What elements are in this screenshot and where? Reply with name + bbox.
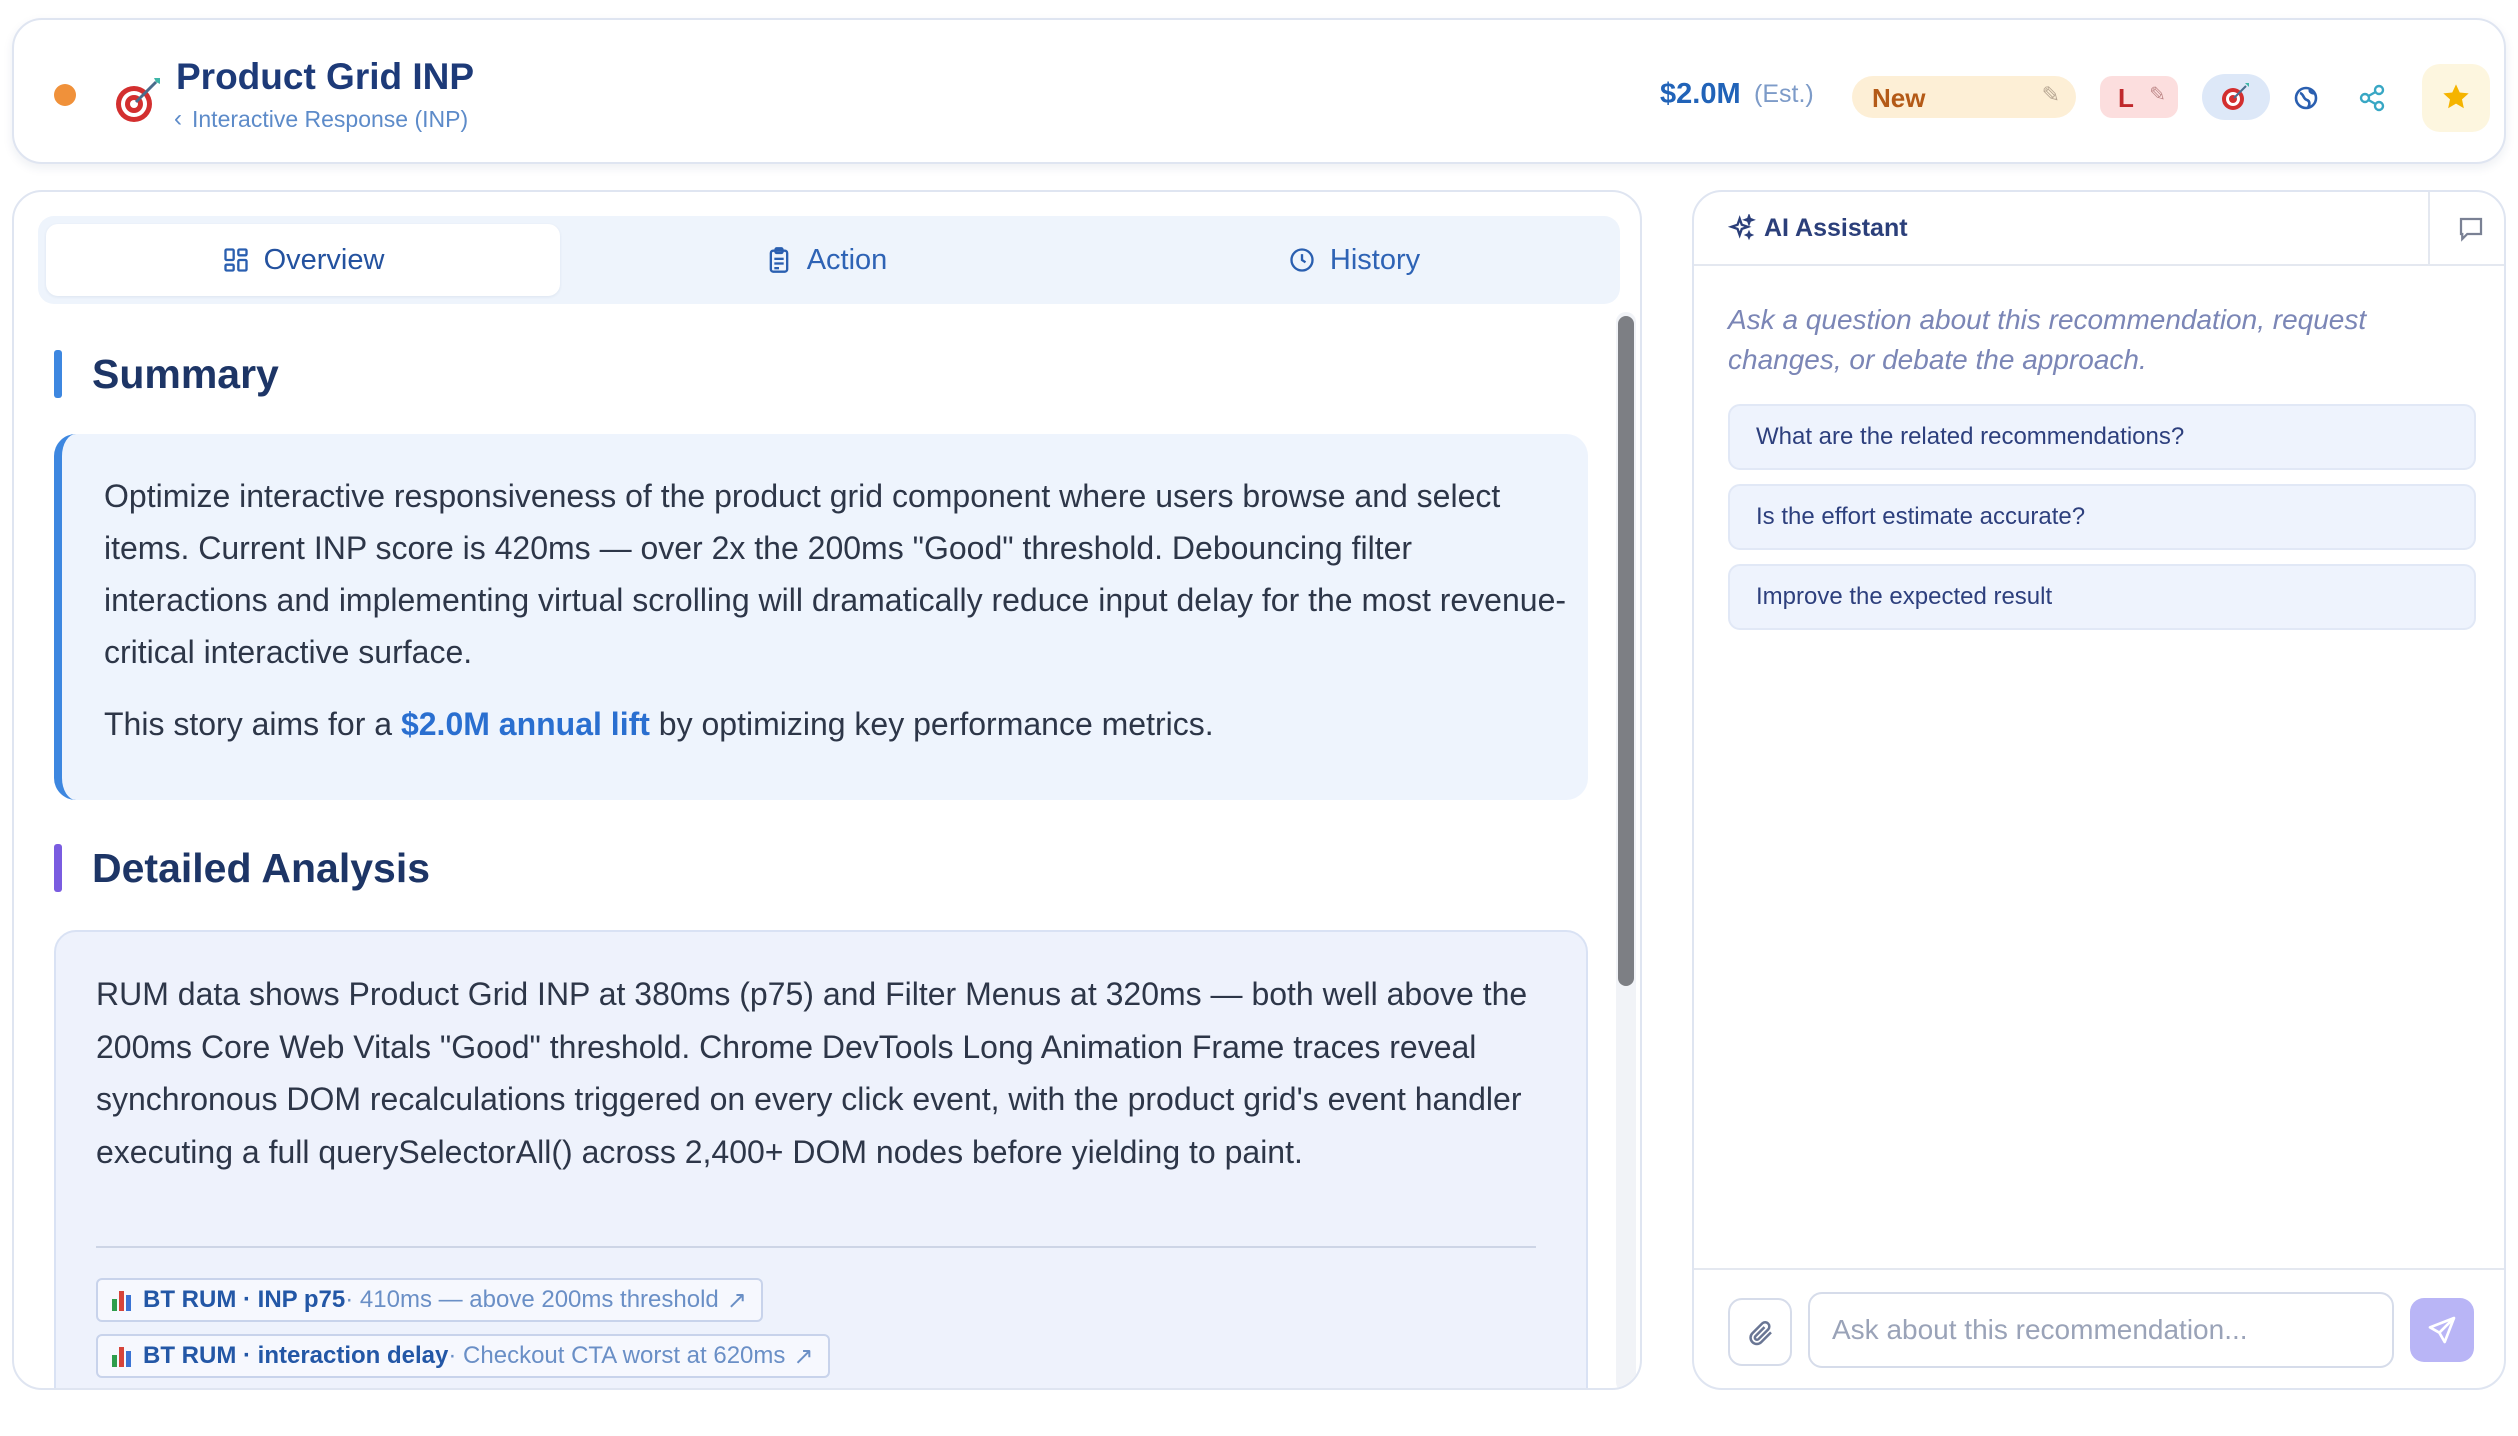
target-icon xyxy=(2222,83,2249,110)
ai-assistant-title: AI Assistant xyxy=(1764,214,1908,242)
breadcrumb[interactable]: ‹ Interactive Response (INP) xyxy=(174,105,469,133)
lift-suffix: by optimizing key performance metrics. xyxy=(649,706,1214,742)
source-link[interactable]: BT RUM · INP p75 · 410ms — above 200ms t… xyxy=(96,1278,763,1322)
share-icon[interactable] xyxy=(2354,80,2390,116)
target-icon xyxy=(116,78,160,122)
analysis-text: RUM data shows Product Grid INP at 380ms… xyxy=(96,976,1528,1170)
section-title: Summary xyxy=(92,350,279,397)
paperclip-icon xyxy=(1749,1321,1772,1346)
bar-chart-icon xyxy=(112,1289,131,1311)
summary-heading: Summary xyxy=(54,350,279,398)
breadcrumb-label: Interactive Response (INP) xyxy=(192,106,469,132)
pencil-icon: ✎ xyxy=(2041,82,2060,107)
lift-prefix: This story aims for a xyxy=(104,706,401,742)
effort-badge[interactable]: L ✎ xyxy=(2100,76,2178,118)
summary-text: Optimize interactive responsiveness of t… xyxy=(104,478,1567,670)
globe-icon[interactable] xyxy=(2288,80,2324,116)
attach-button[interactable] xyxy=(1728,1298,1792,1366)
suggestion-button[interactable]: Is the effort estimate accurate? xyxy=(1728,484,2476,550)
chat-icon[interactable] xyxy=(2456,214,2486,244)
status-dot xyxy=(54,84,76,106)
send-button[interactable] xyxy=(2410,1298,2474,1362)
tab-history[interactable]: History xyxy=(1092,224,1616,296)
external-link-icon: ↗ xyxy=(726,1286,747,1314)
estimated-value: $2.0M xyxy=(1660,78,1741,110)
recommendation-detail-panel: Overview Action History Summary Optimize… xyxy=(12,190,1642,1390)
analysis-card: RUM data shows Product Grid INP at 380ms… xyxy=(54,930,1588,1388)
goal-badge[interactable] xyxy=(2202,74,2270,120)
lift-value: $2.0M annual lift xyxy=(400,706,650,742)
section-title: Detailed Analysis xyxy=(92,844,431,891)
summary-card: Optimize interactive responsiveness of t… xyxy=(54,434,1588,800)
external-link-icon: ↗ xyxy=(793,1342,814,1370)
source-name: BT RUM · INP p75 xyxy=(143,1286,346,1313)
clipboard-icon xyxy=(769,247,789,273)
source-detail: · 410ms — above 200ms threshold xyxy=(345,1286,719,1313)
favorite-button[interactable] xyxy=(2422,64,2490,132)
ai-assistant-header: AI Assistant xyxy=(1694,192,2504,266)
divider xyxy=(96,1246,1536,1248)
suggestion-button[interactable]: Improve the expected result xyxy=(1728,564,2476,630)
suggestion-button[interactable]: What are the related recommendations? xyxy=(1728,404,2476,470)
chat-input[interactable] xyxy=(1808,1292,2394,1368)
scrollbar[interactable] xyxy=(1616,312,1636,1388)
chat-composer xyxy=(1694,1268,2504,1388)
estimated-value-note: (Est.) xyxy=(1754,80,1814,108)
tab-bar: Overview Action History xyxy=(38,216,1620,304)
summary-lift-text: This story aims for a $2.0M annual lift … xyxy=(104,698,1574,750)
status-badge-label: New xyxy=(1872,83,1926,113)
chevron-left-icon: ‹ xyxy=(174,105,182,132)
tab-label: Overview xyxy=(263,243,385,276)
analysis-heading: Detailed Analysis xyxy=(54,844,430,892)
page-title: Product Grid INP xyxy=(176,56,475,97)
ai-assistant-intro: Ask a question about this recommendation… xyxy=(1728,304,2367,375)
scrollbar-thumb[interactable] xyxy=(1618,316,1634,986)
pencil-icon: ✎ xyxy=(2149,84,2166,106)
section-accent-bar xyxy=(54,844,62,892)
tab-action[interactable]: Action xyxy=(564,224,1088,296)
tab-label: Action xyxy=(806,243,888,276)
source-link[interactable]: BT RUM · interaction delay · Checkout CT… xyxy=(96,1334,830,1378)
recommendation-header: Product Grid INP ‹ Interactive Response … xyxy=(12,18,2506,164)
star-icon xyxy=(2443,84,2469,109)
ai-assistant-panel: AI Assistant Ask a question about this r… xyxy=(1692,190,2506,1390)
section-accent-bar xyxy=(54,350,62,398)
source-name: BT RUM · interaction delay xyxy=(143,1342,449,1369)
clock-icon xyxy=(1290,248,1314,272)
send-icon xyxy=(2428,1316,2456,1344)
tab-label: History xyxy=(1329,243,1421,276)
tab-overview[interactable]: Overview xyxy=(46,224,560,296)
bar-chart-icon xyxy=(112,1345,131,1367)
grid-icon xyxy=(223,248,248,272)
source-detail: · Checkout CTA worst at 620ms xyxy=(448,1342,786,1369)
sparkles-icon xyxy=(1728,214,1756,241)
effort-badge-label: L xyxy=(2118,83,2134,113)
status-badge[interactable]: New ✎ xyxy=(1852,76,2076,118)
divider xyxy=(2428,192,2430,266)
